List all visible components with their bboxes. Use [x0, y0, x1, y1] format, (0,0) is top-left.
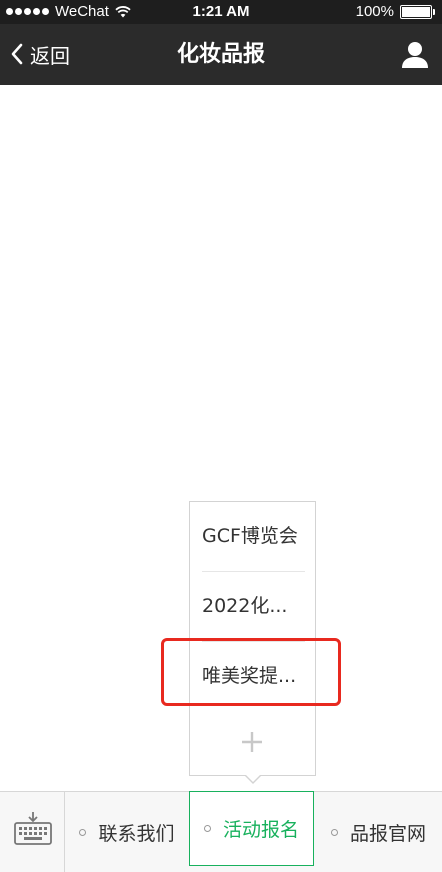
- submenu-item-2022[interactable]: 2022化...: [202, 572, 305, 641]
- highlight-box: [161, 638, 341, 706]
- menu-dot-icon: [79, 828, 87, 836]
- profile-icon[interactable]: [400, 40, 430, 70]
- menu-tab-label: 品报官网: [349, 822, 426, 845]
- page-title: 化妆品报: [176, 42, 265, 67]
- keyboard-toggle-button[interactable]: [0, 792, 64, 872]
- menu-tab-website[interactable]: 品报官网: [315, 792, 442, 872]
- status-bar: WeChat 1:21 AM 100%: [0, 0, 442, 24]
- plus-icon[interactable]: [240, 730, 264, 754]
- bottom-menu-bar: 联系我们 活动报名 品报官网: [0, 791, 442, 872]
- menu-tab-label: 联系我们: [98, 822, 175, 845]
- menu-tab-signup[interactable]: 活动报名: [189, 791, 314, 866]
- battery-percent: 100%: [355, 3, 394, 20]
- menu-tab-label: 活动报名: [222, 819, 299, 841]
- submenu-pointer-fill: [245, 774, 261, 782]
- submenu-item-gcf[interactable]: GCF博览会: [202, 502, 305, 571]
- menu-dot-icon: [330, 828, 338, 836]
- menu-dot-icon: [203, 825, 211, 832]
- battery-icon: [400, 4, 435, 19]
- status-right: 100%: [355, 3, 435, 20]
- nav-bar: 返回 化妆品报: [0, 24, 442, 85]
- keyboard-icon: [14, 812, 52, 845]
- menu-tab-contact[interactable]: 联系我们: [65, 792, 189, 872]
